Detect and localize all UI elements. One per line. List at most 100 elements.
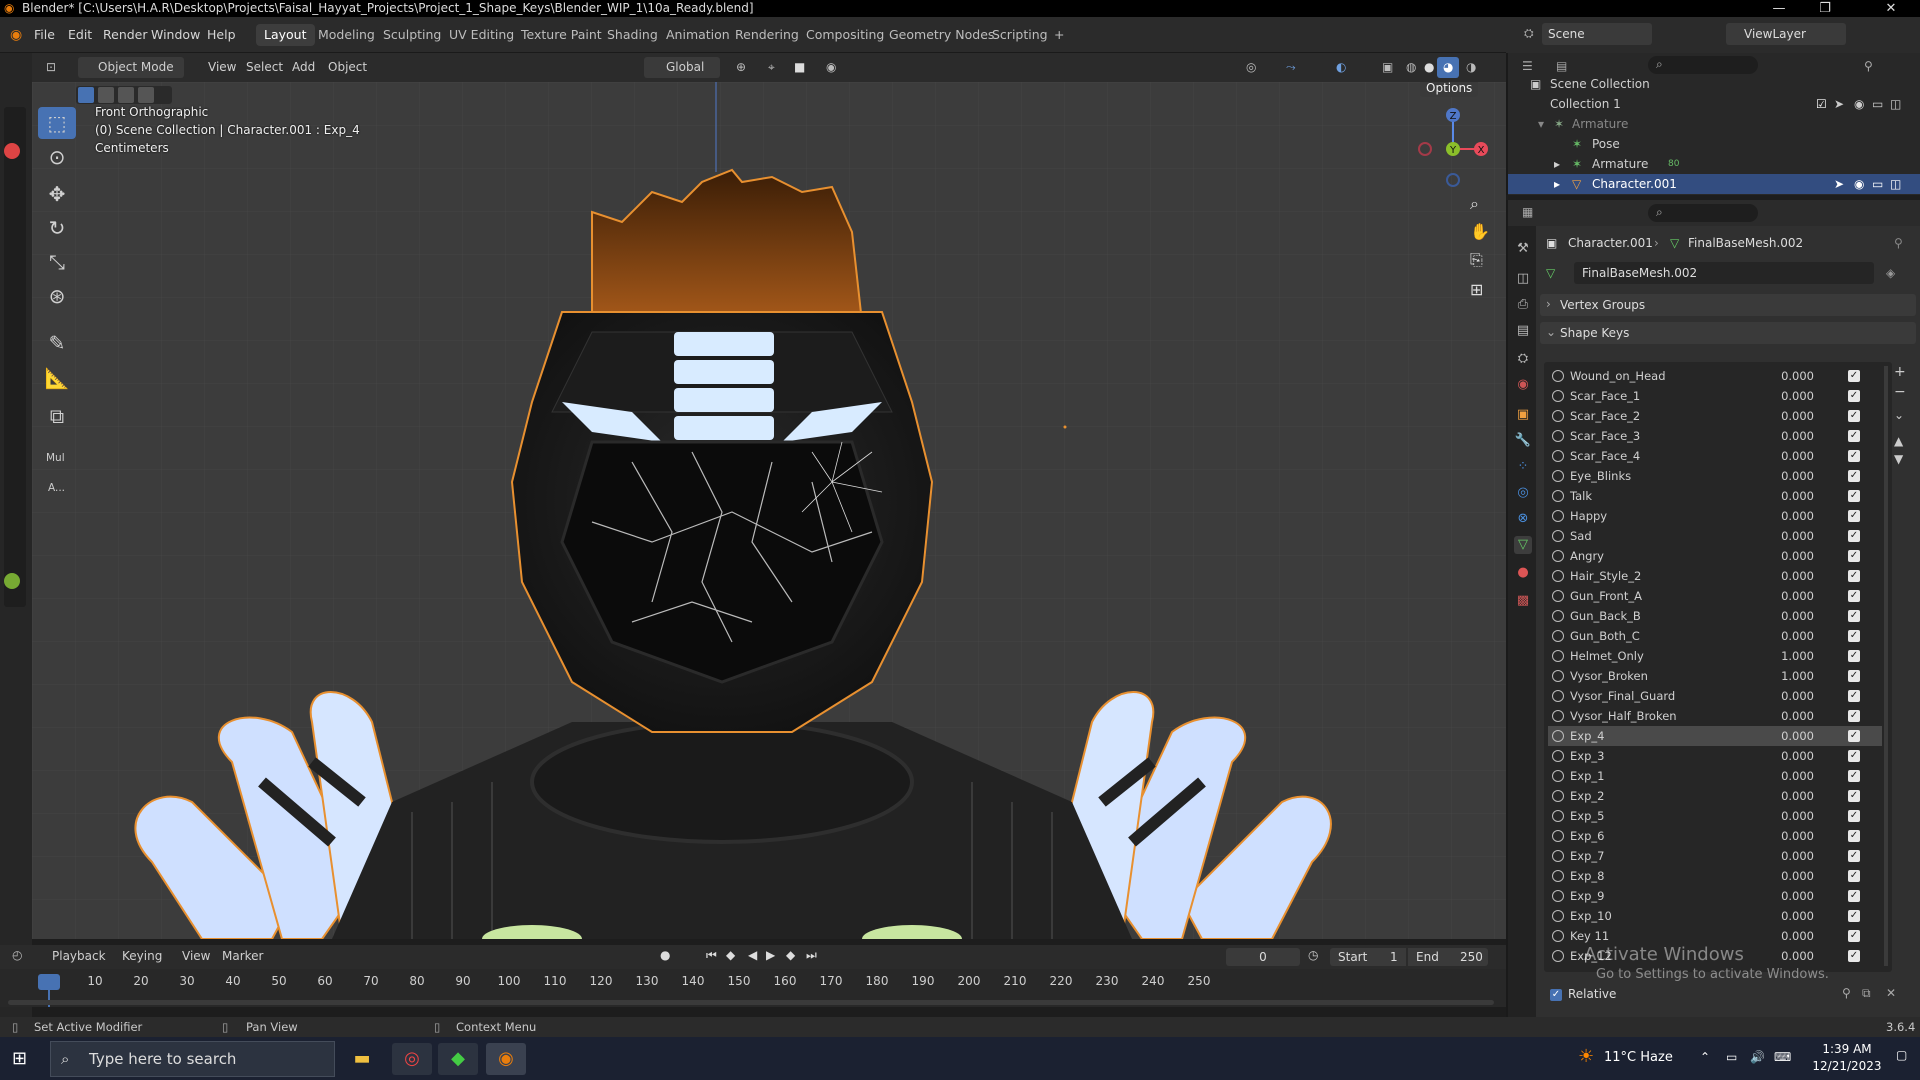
view-layer-selector[interactable]: ViewLayer	[1726, 23, 1846, 45]
outliner-row-armature-data[interactable]: ▸ ✶ Armature 80	[1508, 154, 1920, 174]
properties-editor-icon[interactable]: ▦	[1522, 205, 1533, 219]
menu-file[interactable]: File	[34, 17, 55, 53]
shape-key-row[interactable]: Angry 0.000 ✓	[1548, 546, 1882, 566]
shape-key-value[interactable]: 0.000	[1754, 486, 1814, 506]
tab-scripting[interactable]: Scripting	[984, 24, 1056, 46]
shape-key-mute-checkbox[interactable]: ✓	[1848, 510, 1860, 522]
shape-key-row[interactable]: Gun_Back_B 0.000 ✓	[1548, 606, 1882, 626]
snap-target-icon[interactable]: ■	[788, 57, 811, 78]
shape-keys-panel-header[interactable]: ⌄ Shape Keys	[1540, 322, 1916, 344]
edit-mode-icon[interactable]: ⧉	[1862, 986, 1871, 1001]
shape-key-mute-checkbox[interactable]: ✓	[1848, 470, 1860, 482]
shape-key-value[interactable]: 0.000	[1754, 406, 1814, 426]
taskbar-time[interactable]: 1:39 AM	[1812, 1042, 1882, 1056]
menu-keying[interactable]: Keying	[116, 946, 168, 967]
outliner-search-input[interactable]: ⌕	[1648, 56, 1758, 74]
shape-key-row[interactable]: Exp_9 0.000 ✓	[1548, 886, 1882, 906]
shape-key-row[interactable]: Eye_Blinks 0.000 ✓	[1548, 466, 1882, 486]
shape-key-row[interactable]: Scar_Face_1 0.000 ✓	[1548, 386, 1882, 406]
add-shape-key-button[interactable]: +	[1894, 364, 1906, 380]
menu-help[interactable]: Help	[207, 17, 236, 53]
pivot-icon[interactable]: ⊕	[730, 57, 752, 78]
shape-key-row[interactable]: Talk 0.000 ✓	[1548, 486, 1882, 506]
camera-icon[interactable]: ◫	[1890, 174, 1901, 194]
shape-key-mute-checkbox[interactable]: ✓	[1848, 690, 1860, 702]
move-up-icon[interactable]: ▲	[1894, 434, 1903, 448]
eye-icon[interactable]: ◉	[1854, 174, 1864, 194]
shape-key-row[interactable]: Exp_7 0.000 ✓	[1548, 846, 1882, 866]
shape-key-mute-checkbox[interactable]: ✓	[1848, 790, 1860, 802]
current-frame-field[interactable]: 0	[1226, 948, 1300, 966]
shape-key-mute-checkbox[interactable]: ✓	[1848, 930, 1860, 942]
shape-key-mute-checkbox[interactable]: ✓	[1848, 530, 1860, 542]
shape-key-mute-checkbox[interactable]: ✓	[1848, 770, 1860, 782]
shape-key-mute-checkbox[interactable]: ✓	[1848, 710, 1860, 722]
file-explorer-icon[interactable]: ▬	[342, 1043, 382, 1075]
shape-key-mute-checkbox[interactable]: ✓	[1848, 810, 1860, 822]
shape-key-row[interactable]: Wound_on_Head 0.000 ✓	[1548, 366, 1882, 386]
physics-tab-icon[interactable]: ◎	[1514, 484, 1532, 502]
visibility-icon[interactable]: ◎	[1240, 57, 1262, 78]
shape-keys-list[interactable]: Wound_on_Head 0.000 ✓ Scar_Face_1 0.000 ✓ Scar…	[1544, 362, 1892, 972]
shape-key-mute-checkbox[interactable]: ✓	[1848, 650, 1860, 662]
texture-tab-icon[interactable]: ▩	[1514, 592, 1532, 610]
shape-key-mute-checkbox[interactable]: ✓	[1848, 910, 1860, 922]
filter-icon[interactable]: ⚲	[1864, 59, 1873, 73]
gizmo-toggle-icon[interactable]: ⤳	[1280, 57, 1302, 78]
xray-icon[interactable]: ▣	[1376, 57, 1399, 78]
volume-icon[interactable]: 🔊	[1750, 1050, 1765, 1064]
menu-window[interactable]: Window	[151, 17, 200, 53]
shape-key-value[interactable]: 0.000	[1754, 466, 1814, 486]
tab-modeling[interactable]: Modeling	[310, 24, 383, 46]
shape-key-row[interactable]: Helmet_Only 1.000 ✓	[1548, 646, 1882, 666]
select-invert-icon[interactable]	[138, 87, 154, 103]
jump-end-icon[interactable]: ⏭	[806, 948, 817, 963]
blender-menu-icon[interactable]: ◉	[10, 27, 22, 43]
menu-render[interactable]: Render	[103, 17, 148, 53]
timeline-scrollbar[interactable]	[8, 1000, 1494, 1005]
close-button[interactable]: ✕	[1868, 0, 1914, 17]
camera-view-icon[interactable]: ⎘	[1470, 250, 1483, 270]
shape-key-mute-checkbox[interactable]: ✓	[1848, 630, 1860, 642]
mode-selector[interactable]: Object Mode	[78, 57, 184, 78]
object-tab-icon[interactable]: ▣	[1514, 406, 1532, 424]
pan-hand-icon[interactable]: ✋	[1470, 222, 1490, 241]
render-tab-icon[interactable]: ◫	[1514, 270, 1532, 288]
shape-key-row[interactable]: Vysor_Half_Broken 0.000 ✓	[1548, 706, 1882, 726]
shape-key-value[interactable]: 0.000	[1754, 806, 1814, 826]
shape-key-value[interactable]: 0.000	[1754, 866, 1814, 886]
keyboard-icon[interactable]: ⌨	[1774, 1050, 1791, 1064]
select-arrow-icon[interactable]: ➤	[1834, 94, 1844, 114]
jump-keyframe-forward-icon[interactable]: ◆	[786, 948, 795, 962]
tray-chevron-icon[interactable]: ⌃	[1700, 1050, 1710, 1064]
shape-key-row[interactable]: Vysor_Final_Guard 0.000 ✓	[1548, 686, 1882, 706]
list-scrollbar[interactable]	[1884, 366, 1888, 966]
shape-key-row[interactable]: Exp_1 0.000 ✓	[1548, 766, 1882, 786]
shape-key-value[interactable]: 1.000	[1754, 646, 1814, 666]
menu-select[interactable]: Select	[240, 57, 289, 78]
menu-add[interactable]: Add	[286, 57, 321, 78]
outliner-row-collection-1[interactable]: Collection 1 ☑ ➤ ◉ ▭ ◫	[1508, 94, 1920, 114]
shape-key-row[interactable]: Gun_Both_C 0.000 ✓	[1548, 626, 1882, 646]
shape-key-row[interactable]: Happy 0.000 ✓	[1548, 506, 1882, 526]
annotate-tool-icon[interactable]: ✎	[38, 327, 76, 359]
shape-key-value[interactable]: 0.000	[1754, 526, 1814, 546]
end-frame-field[interactable]: End 250	[1408, 948, 1488, 966]
measure-tool-icon[interactable]: 📐	[38, 362, 76, 394]
notifications-icon[interactable]: ▢	[1896, 1048, 1907, 1062]
fake-user-shield-icon[interactable]: ◈	[1886, 266, 1895, 280]
transform-orientation-dropdown[interactable]: Global	[644, 57, 720, 78]
shape-key-value[interactable]: 0.000	[1754, 586, 1814, 606]
play-icon[interactable]: ▶	[766, 948, 775, 962]
pin-icon[interactable]: ⚲	[1894, 236, 1903, 250]
outliner-editor-icon[interactable]: ☰	[1522, 59, 1533, 73]
timeline-editor-icon[interactable]: ◴	[12, 948, 22, 962]
record-icon[interactable]: ●	[660, 948, 670, 962]
material-tab-icon[interactable]: ●	[1514, 564, 1532, 582]
shape-key-mute-checkbox[interactable]: ✓	[1848, 730, 1860, 742]
outliner-row-character[interactable]: ▸ ▽ Character.001 ➤ ◉ ▭ ◫	[1508, 174, 1920, 194]
shape-key-row[interactable]: Key 11 0.000 ✓	[1548, 926, 1882, 946]
preview-range-icon[interactable]: ◷	[1308, 948, 1318, 962]
relative-checkbox[interactable]: ✓	[1550, 989, 1562, 1001]
shape-key-row[interactable]: Sad 0.000 ✓	[1548, 526, 1882, 546]
